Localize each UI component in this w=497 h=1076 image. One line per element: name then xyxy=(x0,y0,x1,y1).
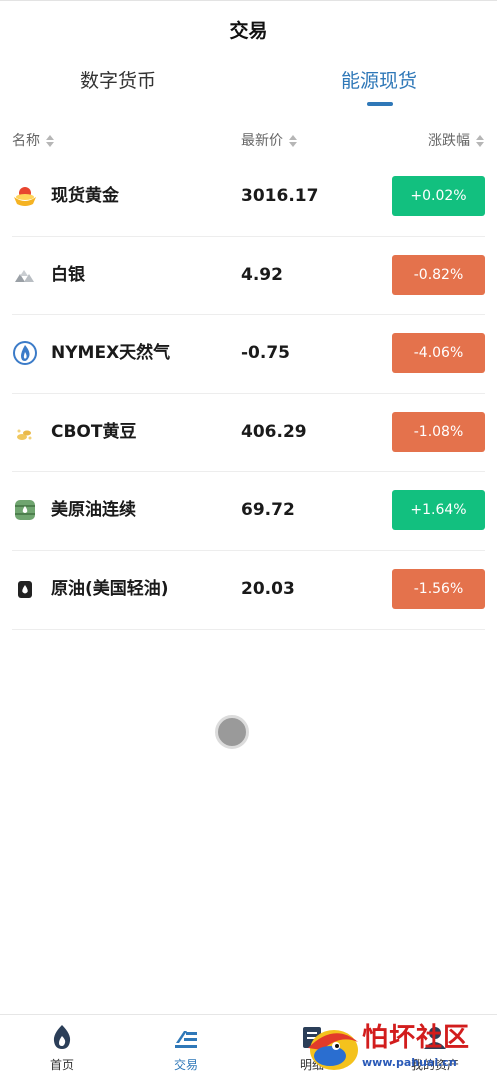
market-row[interactable]: CBOT黄豆 406.29 -1.08% xyxy=(12,394,485,473)
loading-indicator xyxy=(215,715,249,749)
silver-icon xyxy=(15,269,34,282)
change-badge: -4.06% xyxy=(392,333,485,374)
watermark: 怕坏社区 www.pahuai.cn xyxy=(300,1020,497,1076)
instrument-price: 4.92 xyxy=(241,264,283,285)
flame-home-icon xyxy=(53,1025,71,1049)
sort-arrows-icon xyxy=(475,134,485,148)
instrument-price: 406.29 xyxy=(241,421,307,442)
instrument-name: 原油(美国轻油) xyxy=(51,578,169,599)
change-badge: -0.82% xyxy=(392,254,485,295)
column-header-price: 最新价 xyxy=(241,133,283,149)
sort-arrows-icon xyxy=(45,134,55,148)
gas-flame-icon xyxy=(13,341,37,366)
page-header: 交易 xyxy=(0,14,497,48)
tab-digital-currency[interactable]: 数字货币 xyxy=(38,62,198,110)
page-title: 交易 xyxy=(229,20,268,42)
market-row[interactable]: 原油(美国轻油) 20.03 -1.56% xyxy=(12,551,485,630)
market-row[interactable]: 美原油连续 69.72 +1.64% xyxy=(12,472,485,551)
gold-ingot-icon xyxy=(14,187,36,206)
instrument-price: 69.72 xyxy=(241,500,295,521)
oil-barrel-icon xyxy=(15,500,35,521)
change-badge: -1.56% xyxy=(392,568,485,609)
column-header-name: 名称 xyxy=(12,133,40,149)
trade-icon xyxy=(175,1031,197,1048)
instrument-price: 20.03 xyxy=(241,578,295,599)
change-badge: +0.02% xyxy=(392,176,485,216)
instrument-name: 现货黄金 xyxy=(51,186,119,206)
instrument-price: -0.75 xyxy=(241,343,290,364)
tabbar-label: 交易 xyxy=(173,1058,198,1072)
instrument-name: 美原油连续 xyxy=(51,500,136,521)
instrument-price: 3016.17 xyxy=(241,186,319,206)
change-badge: -1.08% xyxy=(392,411,485,452)
top-divider xyxy=(0,0,497,1)
instrument-name: 白银 xyxy=(51,264,85,285)
market-list: 现货黄金 3016.17 +0.02% 白银 4.92 -0.82% NYMEX… xyxy=(12,158,485,630)
sort-by-name[interactable]: 名称 xyxy=(12,128,55,154)
sort-by-price[interactable]: 最新价 xyxy=(241,128,298,154)
instrument-name: CBOT黄豆 xyxy=(51,421,137,442)
market-row[interactable]: 白银 4.92 -0.82% xyxy=(12,237,485,316)
tabbar-home[interactable]: 首页 xyxy=(12,1015,112,1076)
oil-drop-icon xyxy=(18,580,32,598)
sort-by-change[interactable]: 涨跌幅 xyxy=(428,128,485,154)
instrument-name: NYMEX天然气 xyxy=(51,343,171,364)
market-row[interactable]: NYMEX天然气 -0.75 -4.06% xyxy=(12,315,485,394)
tabbar-trade[interactable]: 交易 xyxy=(136,1015,236,1076)
mascot-logo-icon xyxy=(308,1030,358,1070)
change-badge: +1.64% xyxy=(392,490,485,531)
active-tab-indicator xyxy=(367,102,393,106)
column-header-change: 涨跌幅 xyxy=(428,133,470,149)
watermark-url: www.pahuai.cn xyxy=(362,1056,457,1069)
sort-arrows-icon xyxy=(288,134,298,148)
market-tabs: 数字货币 能源现货 xyxy=(0,62,497,110)
soybean-icon xyxy=(17,429,32,440)
tabbar-label: 首页 xyxy=(49,1058,74,1072)
market-row[interactable]: 现货黄金 3016.17 +0.02% xyxy=(12,158,485,237)
watermark-text: 怕坏社区 xyxy=(362,1023,471,1053)
